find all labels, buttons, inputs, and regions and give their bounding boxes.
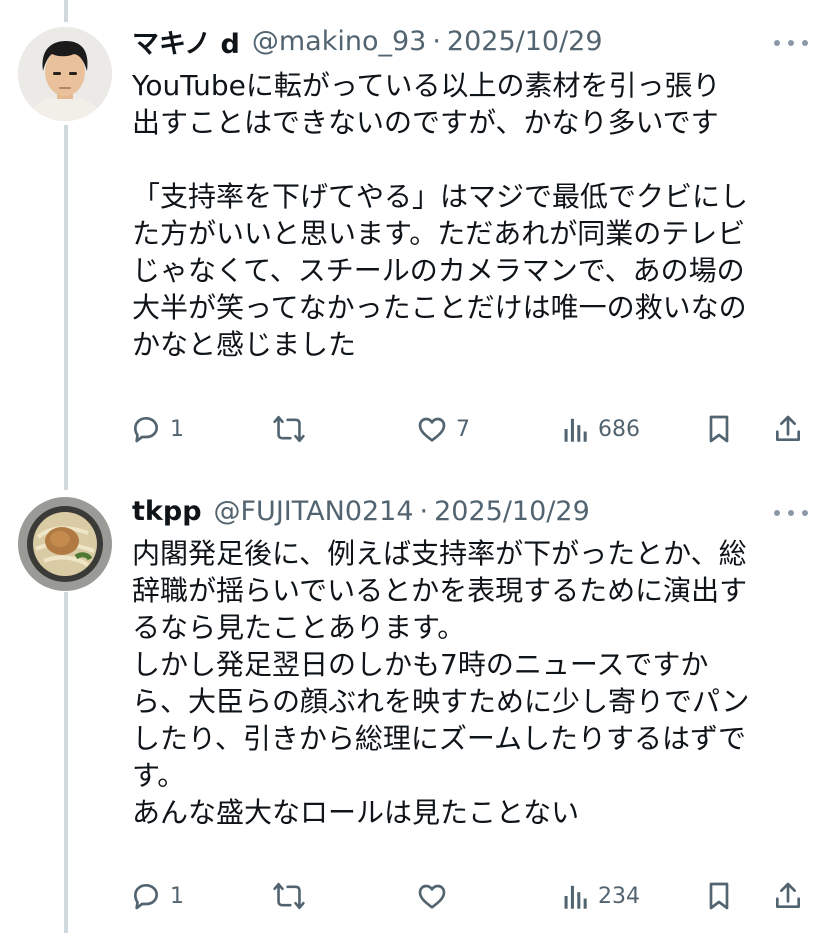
views-count: 686 <box>598 416 640 442</box>
share-icon <box>776 882 800 908</box>
repost-button[interactable] <box>272 876 314 916</box>
post-1[interactable]: マキノ d @makino_93 · 2025/10/29 YouTubeに転が… <box>0 0 828 470</box>
separator-dot: · <box>419 495 429 527</box>
repost-button[interactable] <box>272 409 314 449</box>
post-2[interactable]: tkpp @FUJITAN0214 · 2025/10/29 内閣発足後に、例え… <box>0 470 828 933</box>
reply-count: 1 <box>170 883 184 909</box>
person-avatar-icon <box>18 27 112 121</box>
views-icon <box>564 885 587 909</box>
avatar[interactable] <box>18 27 112 121</box>
avatar[interactable] <box>18 497 112 591</box>
share-icon <box>776 415 800 441</box>
like-count: 7 <box>456 416 470 442</box>
like-button[interactable] <box>416 876 456 916</box>
reply-icon <box>134 884 158 910</box>
like-button[interactable]: 7 <box>416 409 470 449</box>
bookmark-icon <box>709 415 729 443</box>
user-handle[interactable]: @FUJITAN0214 <box>214 496 414 527</box>
display-name[interactable]: マキノ d <box>132 22 240 61</box>
bookmark-button[interactable] <box>704 409 734 449</box>
more-icon[interactable] <box>774 503 808 523</box>
like-icon <box>418 884 446 909</box>
display-name[interactable]: tkpp <box>132 496 202 527</box>
like-icon <box>418 417 446 442</box>
more-icon[interactable] <box>774 33 808 53</box>
action-bar: 1 7 686 <box>130 409 810 449</box>
post-text: 内閣発足後に、例えば支持率が下がったとか、総 辞職が揺らいでいるとかを表現するた… <box>132 537 750 829</box>
reply-button[interactable]: 1 <box>130 876 184 916</box>
user-handle[interactable]: @makino_93 <box>252 26 426 57</box>
post-header: マキノ d @makino_93 · 2025/10/29 <box>132 21 603 61</box>
reply-button[interactable]: 1 <box>130 409 184 449</box>
udon-bowl-avatar-icon <box>18 497 112 591</box>
bookmark-button[interactable] <box>704 876 734 916</box>
separator-dot: · <box>432 25 441 57</box>
share-button[interactable] <box>772 876 804 916</box>
repost-icon <box>273 882 305 910</box>
views-count: 234 <box>598 883 640 909</box>
post-header: tkpp @FUJITAN0214 · 2025/10/29 <box>132 491 590 531</box>
post-date[interactable]: 2025/10/29 <box>434 496 590 527</box>
views-button[interactable]: 686 <box>562 409 640 449</box>
action-bar: 1 234 <box>130 876 810 916</box>
repost-icon <box>273 415 305 443</box>
views-icon <box>564 418 587 442</box>
views-button[interactable]: 234 <box>562 876 640 916</box>
post-date[interactable]: 2025/10/29 <box>447 26 603 57</box>
bookmark-icon <box>709 882 729 910</box>
post-text: YouTubeに転がっている以上の素材を引っ張り 出すことはできないのですが、か… <box>132 69 749 361</box>
share-button[interactable] <box>772 409 804 449</box>
reply-icon <box>134 417 158 443</box>
reply-count: 1 <box>170 416 184 442</box>
